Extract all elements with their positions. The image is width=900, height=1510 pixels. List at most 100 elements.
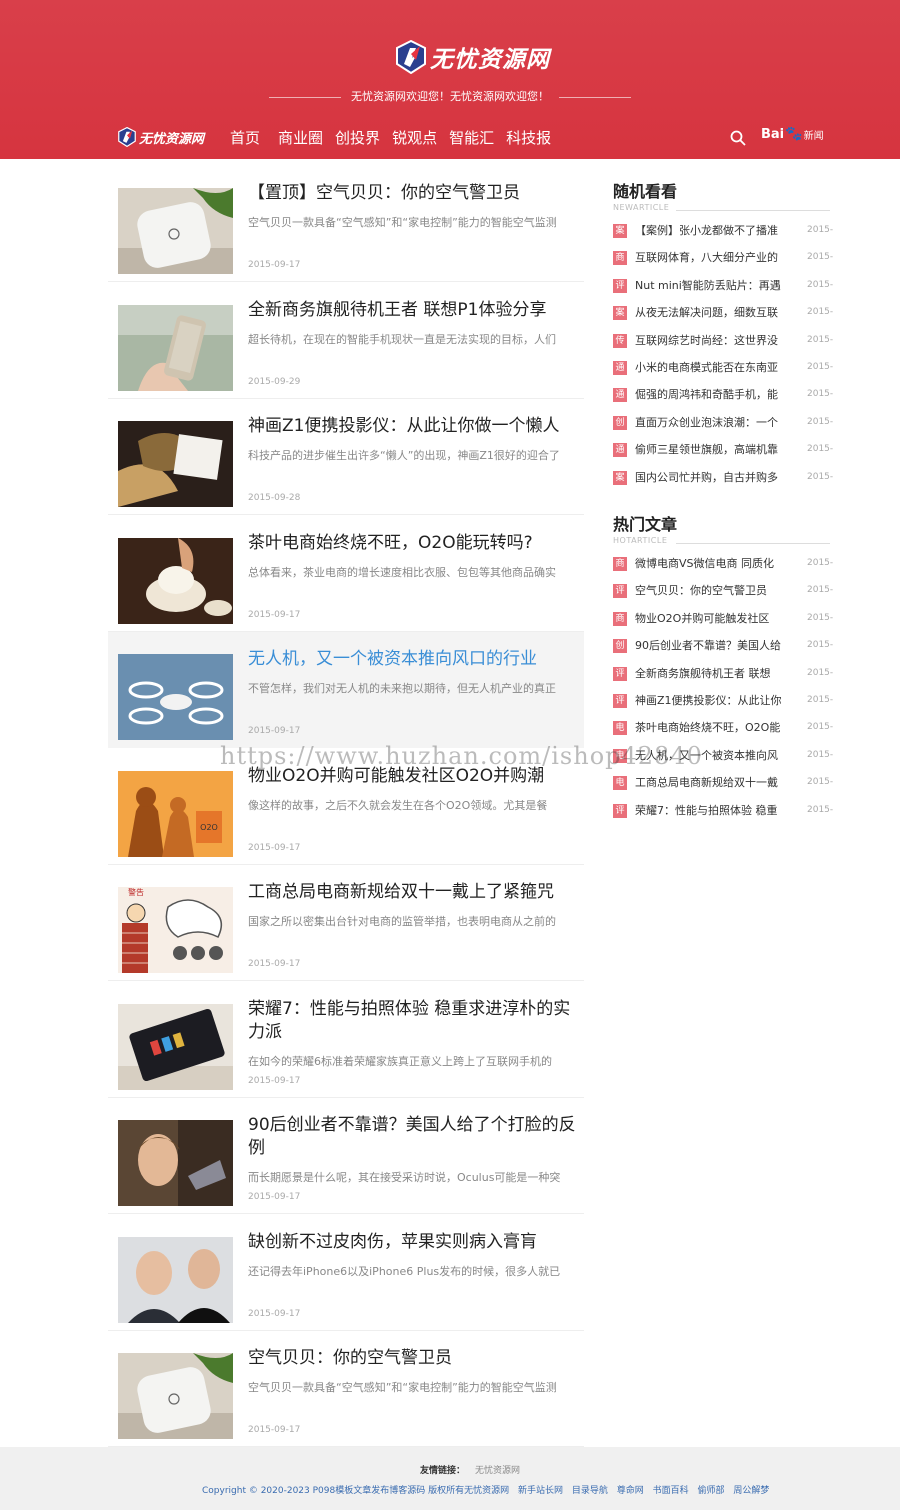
article-title[interactable]: 【置顶】空气贝贝：你的空气警卫员 (248, 182, 578, 205)
article-item[interactable]: 90后创业者不靠谱？美国人给了个打脸的反例 而长期愿景是什么呢，其在接受采访时说，… (108, 1098, 584, 1214)
sidebar-item-title[interactable]: 空气贝贝：你的空气警卫员 (635, 583, 791, 599)
category-tag[interactable]: 评 (613, 803, 627, 818)
sidebar-list-item[interactable]: 案【案例】张小龙都做不了播准 2015- (613, 223, 833, 239)
nav-item-smart[interactable]: 智能汇 (449, 127, 494, 148)
sidebar-list-item[interactable]: 评全新商务旗舰待机王者 联想 2015- (613, 666, 833, 682)
article-thumbnail[interactable] (118, 305, 233, 391)
category-tag[interactable]: 通 (613, 443, 627, 458)
sidebar-item-title[interactable]: 茶叶电商始终烧不旺，O2O能 (635, 720, 791, 736)
sidebar-item-title[interactable]: 90后创业者不靠谱？美国人给 (635, 638, 791, 654)
sidebar-item-title[interactable]: 全新商务旗舰待机王者 联想 (635, 666, 791, 682)
sidebar-list-item[interactable]: 评 Nut mini智能防丢贴片：再遇 2015- (613, 278, 833, 294)
sidebar-item-title[interactable]: 小米的电商模式能否在东南亚 (635, 360, 791, 376)
article-title[interactable]: 全新商务旗舰待机王者 联想P1体验分享 (248, 299, 578, 322)
article-item[interactable]: 无人机，又一个被资本推向风口的行业 不管怎样，我们对无人机的未来抱以期待，但无人机… (108, 632, 584, 748)
article-title[interactable]: 工商总局电商新规给双十一戴上了紧箍咒 (248, 881, 578, 904)
footer-link[interactable]: 尊命网 (617, 1486, 644, 1496)
sidebar-item-title[interactable]: 物业O2O并购可能触发社区 (635, 611, 791, 627)
category-tag[interactable]: 商 (613, 251, 627, 266)
category-tag[interactable]: 评 (613, 278, 627, 293)
baidu-news-link[interactable]: Bai 🐾 新闻 (761, 126, 824, 142)
article-thumbnail[interactable]: O2O (118, 771, 233, 857)
search-icon[interactable] (730, 130, 746, 146)
footer-link[interactable]: 周公解梦 (733, 1486, 769, 1496)
sidebar-list-item[interactable]: 案从夜无法解决问题，细数互联 2015- (613, 305, 833, 321)
sidebar-item-title[interactable]: 从夜无法解决问题，细数互联 (635, 305, 791, 321)
article-thumbnail[interactable]: 警告 (118, 887, 233, 973)
article-thumbnail[interactable] (118, 1004, 233, 1090)
category-tag[interactable]: 创 (613, 415, 627, 430)
article-item[interactable]: 【置顶】空气贝贝：你的空气警卫员 空气贝贝一款具备“空气感知”和“家电控制”能力的… (108, 166, 584, 282)
footer-link[interactable]: 新手站长网 (518, 1486, 563, 1496)
sidebar-item-title[interactable]: 神画Z1便携投影仪：从此让你 (635, 693, 791, 709)
article-item[interactable]: 神画Z1便携投影仪：从此让你做一个懒人 科技产品的进步催生出许多“懒人”的出现，神… (108, 399, 584, 515)
category-tag[interactable]: 案 (613, 470, 627, 485)
nav-item-home[interactable]: 首页 (230, 127, 260, 148)
article-thumbnail[interactable] (118, 421, 233, 507)
footer-link[interactable]: 偷师部 (698, 1486, 725, 1496)
sidebar-item-title[interactable]: 倔强的周鸿祎和奇酷手机，能 (635, 387, 791, 403)
sidebar-item-title[interactable]: 互联网综艺时尚经：这世界没 (635, 333, 791, 349)
article-item[interactable]: 警告 工商总局电商新规给双十一戴上了紧箍咒 国家之所以密集出台针对电商的监管举措，也… (108, 865, 584, 981)
category-tag[interactable]: 电 (613, 776, 627, 791)
sidebar-item-title[interactable]: 荣耀7：性能与拍照体验 稳重 (635, 803, 791, 819)
nav-item-venture[interactable]: 创投界 (335, 127, 380, 148)
article-item[interactable]: 空气贝贝：你的空气警卫员 空气贝贝一款具备“空气感知”和“家电控制”能力的智能空气… (108, 1331, 584, 1447)
article-title[interactable]: 空气贝贝：你的空气警卫员 (248, 1347, 578, 1370)
nav-item-business[interactable]: 商业圈 (278, 127, 323, 148)
sidebar-item-title[interactable]: 直面万众创业泡沫浪潮：一个 (635, 415, 791, 431)
sidebar-list-item[interactable]: 商物业O2O并购可能触发社区 2015- (613, 611, 833, 627)
friend-link[interactable]: 无忧资源网 (475, 1466, 520, 1476)
article-title[interactable]: 缺创新不过皮肉伤，苹果实则病入膏肓 (248, 1231, 578, 1254)
category-tag[interactable]: 评 (613, 666, 627, 681)
category-tag[interactable]: 评 (613, 584, 627, 599)
sidebar-list-item[interactable]: 传互联网综艺时尚经：这世界没 2015- (613, 333, 833, 349)
article-thumbnail[interactable] (118, 654, 233, 740)
category-tag[interactable]: 创 (613, 639, 627, 654)
sidebar-item-title[interactable]: 工商总局电商新规给双十一戴 (635, 775, 791, 791)
article-thumbnail[interactable] (118, 538, 233, 624)
category-tag[interactable]: 通 (613, 388, 627, 403)
article-thumbnail[interactable] (118, 1353, 233, 1439)
sidebar-list-item[interactable]: 通小米的电商模式能否在东南亚 2015- (613, 360, 833, 376)
article-title[interactable]: 神画Z1便携投影仪：从此让你做一个懒人 (248, 415, 578, 438)
site-logo[interactable]: 无忧资源网 (396, 40, 550, 74)
article-thumbnail[interactable] (118, 188, 233, 274)
article-title[interactable]: 90后创业者不靠谱？美国人给了个打脸的反例 (248, 1114, 578, 1160)
sidebar-list-item[interactable]: 商微博电商VS微信电商 同质化 2015- (613, 556, 833, 572)
article-title[interactable]: 荣耀7：性能与拍照体验 稳重求进淳朴的实力派 (248, 998, 578, 1044)
category-tag[interactable]: 评 (613, 694, 627, 708)
article-item[interactable]: 全新商务旗舰待机王者 联想P1体验分享 超长待机，在现在的智能手机现状一直是无法实… (108, 283, 584, 399)
nav-logo[interactable]: 无忧资源网 (118, 127, 204, 147)
sidebar-list-item[interactable]: 创直面万众创业泡沫浪潮：一个 2015- (613, 415, 833, 431)
sidebar-item-title[interactable]: 偷师三星领世旗舰，高端机靠 (635, 442, 791, 458)
sidebar-item-title[interactable]: Nut mini智能防丢贴片：再遇 (635, 278, 791, 294)
nav-item-opinion[interactable]: 锐观点 (392, 127, 437, 148)
category-tag[interactable]: 案 (613, 224, 627, 238)
category-tag[interactable]: 电 (613, 721, 627, 736)
category-tag[interactable]: 通 (613, 361, 627, 375)
sidebar-list-item[interactable]: 创 90后创业者不靠谱？美国人给 2015- (613, 638, 833, 654)
article-title[interactable]: 茶叶电商始终烧不旺，O2O能玩转吗? (248, 532, 578, 555)
category-tag[interactable]: 案 (613, 306, 627, 321)
footer-link[interactable]: 目录导航 (572, 1486, 608, 1496)
sidebar-item-title[interactable]: 互联网体育，八大细分产业的 (635, 250, 791, 266)
sidebar-list-item[interactable]: 商互联网体育，八大细分产业的 2015- (613, 250, 833, 266)
article-title[interactable]: 无人机，又一个被资本推向风口的行业 (248, 648, 578, 671)
category-tag[interactable]: 商 (613, 557, 627, 571)
sidebar-item-title[interactable]: 国内公司忙并购，自古并购多 (635, 470, 791, 486)
sidebar-list-item[interactable]: 电工商总局电商新规给双十一戴 2015- (613, 775, 833, 791)
nav-item-tech[interactable]: 科技报 (506, 127, 551, 148)
sidebar-list-item[interactable]: 通偷师三星领世旗舰，高端机靠 2015- (613, 442, 833, 458)
sidebar-list-item[interactable]: 评空气贝贝：你的空气警卫员 2015- (613, 583, 833, 599)
sidebar-list-item[interactable]: 通倔强的周鸿祎和奇酷手机，能 2015- (613, 387, 833, 403)
category-tag[interactable]: 传 (613, 333, 627, 348)
category-tag[interactable]: 商 (613, 611, 627, 626)
sidebar-item-title[interactable]: 【案例】张小龙都做不了播准 (635, 223, 791, 239)
article-item[interactable]: 荣耀7：性能与拍照体验 稳重求进淳朴的实力派 在如今的荣耀6标准着荣耀家族真正意义… (108, 982, 584, 1098)
article-thumbnail[interactable] (118, 1120, 233, 1206)
sidebar-list-item[interactable]: 评神画Z1便携投影仪：从此让你 2015- (613, 693, 833, 709)
footer-link[interactable]: 书面百科 (653, 1486, 689, 1496)
article-thumbnail[interactable] (118, 1237, 233, 1323)
sidebar-list-item[interactable]: 案国内公司忙并购，自古并购多 2015- (613, 470, 833, 486)
